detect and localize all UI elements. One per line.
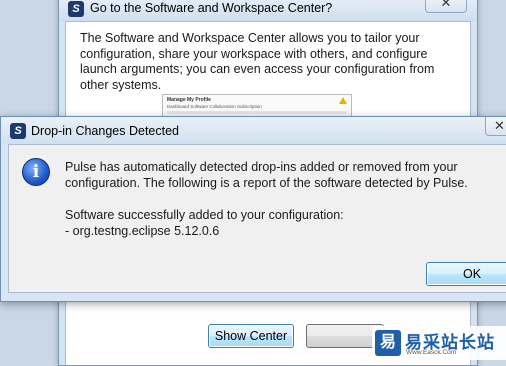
close-button[interactable]: ✕	[485, 117, 506, 136]
close-icon: ✕	[494, 118, 505, 133]
warning-icon	[339, 97, 347, 104]
watermark-url: Www.Easck.Com	[406, 349, 457, 356]
message-added: Software successfully added to your conf…	[65, 208, 344, 222]
title-bar: S Drop-in Changes Detected ✕	[1, 117, 506, 144]
thumbnail-bar	[167, 111, 347, 114]
dialog-description: The Software and Workspace Center allows…	[80, 31, 435, 92]
thumbnail-title: Manage My Profile	[167, 97, 211, 103]
watermark: 易 易采站长站 Www.Easck.Com	[372, 326, 506, 360]
show-center-button[interactable]: Show Center	[208, 324, 294, 348]
dialog-message: Pulse has automatically detected drop-in…	[65, 159, 505, 239]
info-icon: i	[22, 158, 50, 186]
drop-in-changes-dialog: S Drop-in Changes Detected ✕ i Pulse has…	[0, 116, 506, 302]
title-bar: S Go to the Software and Workspace Cente…	[59, 0, 477, 21]
close-button[interactable]: ✕	[425, 0, 467, 13]
dialog-content: i Pulse has automatically detected drop-…	[8, 144, 506, 293]
dialog-title: Drop-in Changes Detected	[31, 124, 179, 138]
app-icon: S	[10, 123, 26, 139]
app-icon: S	[68, 1, 84, 17]
watermark-logo: 易	[375, 330, 401, 356]
thumbnail-tabs: Dashboard Software Collaboration Subscri…	[167, 104, 262, 109]
ok-button[interactable]: OK	[426, 262, 506, 286]
close-icon: ✕	[440, 0, 452, 10]
dialog-title: Go to the Software and Workspace Center?	[90, 1, 333, 15]
message-detected: Pulse has automatically detected drop-in…	[65, 160, 468, 190]
message-plugin: - org.testng.eclipse 5.12.0.6	[65, 224, 220, 238]
